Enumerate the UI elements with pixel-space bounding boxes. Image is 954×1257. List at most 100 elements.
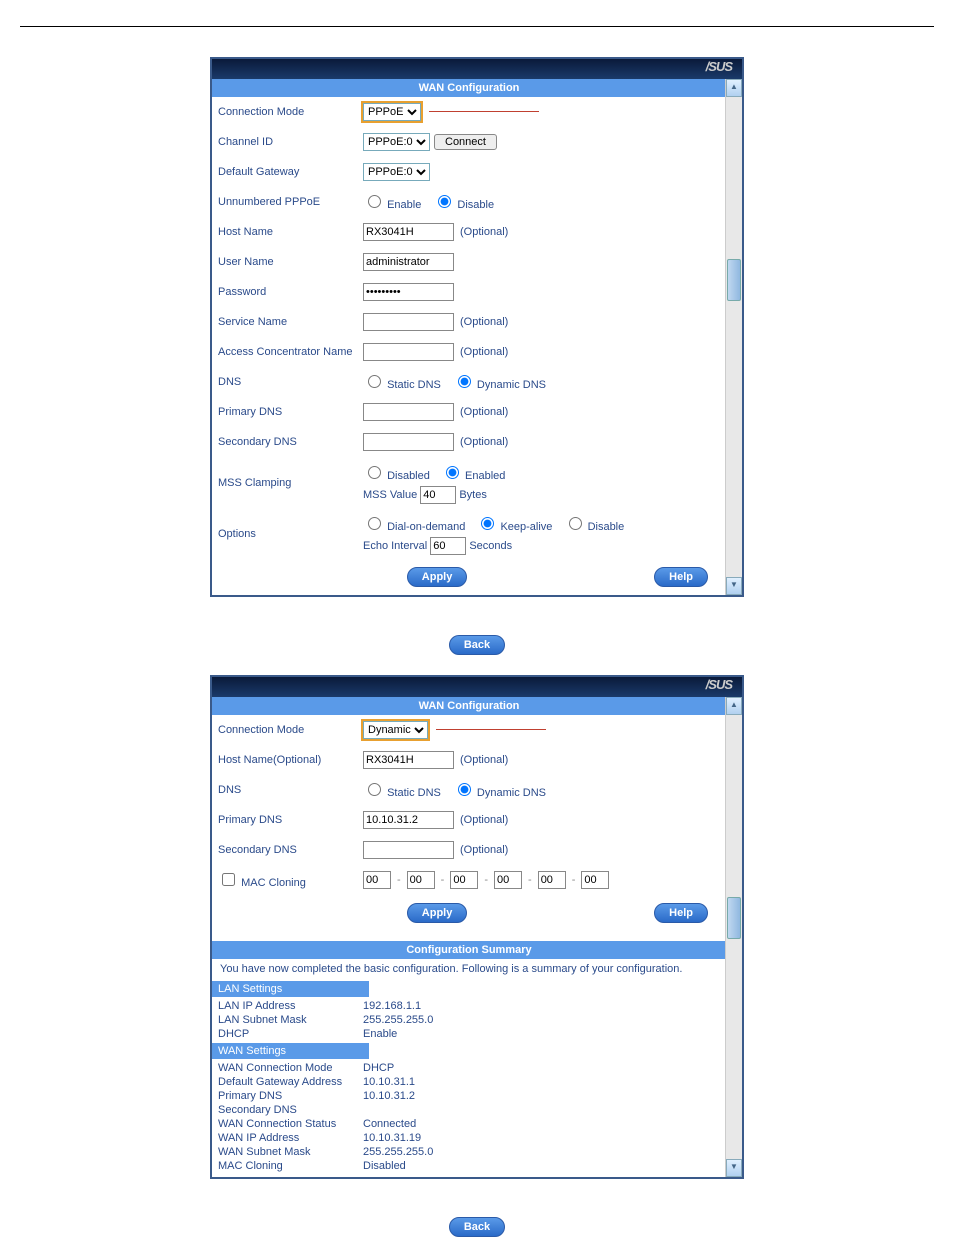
access-concentrator-input[interactable] xyxy=(363,343,454,361)
wan-config-dynamic-window: /SUS ▲ ▼ WAN Configuration Connection Mo… xyxy=(210,675,744,1179)
mac-input-1[interactable] xyxy=(363,871,391,889)
mac-input-4[interactable] xyxy=(494,871,522,889)
brand-logo: /SUS xyxy=(212,59,742,79)
password-input[interactable] xyxy=(363,283,454,301)
disable-option[interactable]: Disable xyxy=(564,521,625,533)
summary-value: 255.255.255.0 xyxy=(363,1014,433,1026)
echo-interval-input[interactable] xyxy=(430,537,466,555)
summary-value: 10.10.31.1 xyxy=(363,1076,415,1088)
summary-row: LAN Subnet Mask255.255.255.0 xyxy=(212,1013,726,1027)
keep-alive-option[interactable]: Keep-alive xyxy=(476,521,552,533)
host-name-input[interactable] xyxy=(363,223,454,241)
default-gateway-label: Default Gateway xyxy=(218,166,363,178)
mss-value-input[interactable] xyxy=(420,486,456,504)
static-dns-option[interactable]: Static DNS xyxy=(363,372,441,391)
lan-settings-header: LAN Settings xyxy=(212,981,369,997)
summary-key: LAN IP Address xyxy=(218,1000,363,1012)
mac-cloning-checkbox[interactable] xyxy=(222,873,235,886)
row-service-name: Service Name (Optional) xyxy=(212,307,726,337)
scroll-thumb[interactable] xyxy=(727,259,741,301)
summary-row: WAN Connection ModeDHCP xyxy=(212,1061,726,1075)
help-button[interactable]: Help xyxy=(654,903,708,923)
options-label: Options xyxy=(218,528,363,540)
summary-row: Secondary DNS xyxy=(212,1103,726,1117)
row-connection-mode: Connection Mode Dynamic xyxy=(212,715,726,745)
connection-mode-label: Connection Mode xyxy=(218,724,363,736)
mac-input-5[interactable] xyxy=(538,871,566,889)
row-secondary-dns: Secondary DNS (Optional) xyxy=(212,835,726,865)
mac-input-3[interactable] xyxy=(450,871,478,889)
summary-value: 192.168.1.1 xyxy=(363,1000,421,1012)
channel-id-select[interactable]: PPPoE:0 xyxy=(363,133,430,151)
secondary-dns-input[interactable] xyxy=(363,433,454,451)
brand-logo: /SUS xyxy=(212,677,742,697)
secondary-dns-input[interactable] xyxy=(363,841,454,859)
mss-disabled-option[interactable]: Disabled xyxy=(363,470,430,482)
row-password: Password xyxy=(212,277,726,307)
dns-label: DNS xyxy=(218,784,363,796)
unnum-disable-option[interactable]: Disable xyxy=(433,192,494,211)
primary-dns-input[interactable] xyxy=(363,811,454,829)
mss-value-label: MSS Value xyxy=(363,489,417,501)
wan-settings-header: WAN Settings xyxy=(212,1043,369,1059)
summary-key: Primary DNS xyxy=(218,1090,363,1102)
highlight-arrow xyxy=(429,111,539,112)
mac-input-6[interactable] xyxy=(581,871,609,889)
wan-config-header: WAN Configuration xyxy=(212,79,726,97)
summary-value: 10.10.31.2 xyxy=(363,1090,415,1102)
dial-on-demand-option[interactable]: Dial-on-demand xyxy=(363,521,465,533)
apply-button[interactable]: Apply xyxy=(407,567,468,587)
row-options: Options Dial-on-demand Keep-alive Disabl… xyxy=(212,508,726,559)
summary-intro: You have now completed the basic configu… xyxy=(212,959,726,979)
optional-text: (Optional) xyxy=(460,436,508,448)
summary-key: LAN Subnet Mask xyxy=(218,1014,363,1026)
scrollbar[interactable]: ▲ ▼ xyxy=(725,697,742,1177)
row-secondary-dns: Secondary DNS (Optional) xyxy=(212,427,726,457)
host-name-label: Host Name xyxy=(218,226,363,238)
row-channel-id: Channel ID PPPoE:0 Connect xyxy=(212,127,726,157)
back-button[interactable]: Back xyxy=(449,635,505,655)
dynamic-dns-option[interactable]: Dynamic DNS xyxy=(453,780,546,799)
button-row: Apply Help xyxy=(212,895,726,931)
connect-button[interactable]: Connect xyxy=(434,134,497,150)
primary-dns-label: Primary DNS xyxy=(218,814,363,826)
row-primary-dns: Primary DNS (Optional) xyxy=(212,397,726,427)
mss-enabled-option[interactable]: Enabled xyxy=(441,470,505,482)
primary-dns-input[interactable] xyxy=(363,403,454,421)
default-gateway-select[interactable]: PPPoE:0 xyxy=(363,163,430,181)
help-button[interactable]: Help xyxy=(654,567,708,587)
host-name-input[interactable] xyxy=(363,751,454,769)
optional-text: (Optional) xyxy=(460,844,508,856)
summary-value: Connected xyxy=(363,1118,416,1130)
seconds-text: Seconds xyxy=(469,540,512,552)
summary-key: MAC Cloning xyxy=(218,1160,363,1172)
summary-row: Primary DNS10.10.31.2 xyxy=(212,1089,726,1103)
scroll-up-icon[interactable]: ▲ xyxy=(726,697,742,715)
summary-key: WAN Connection Status xyxy=(218,1118,363,1130)
scroll-thumb[interactable] xyxy=(727,897,741,939)
summary-key: DHCP xyxy=(218,1028,363,1040)
row-access-concentrator: Access Concentrator Name (Optional) xyxy=(212,337,726,367)
apply-button[interactable]: Apply xyxy=(407,903,468,923)
unnum-enable-option[interactable]: Enable xyxy=(363,192,421,211)
static-dns-option[interactable]: Static DNS xyxy=(363,780,441,799)
user-name-label: User Name xyxy=(218,256,363,268)
summary-row: Default Gateway Address10.10.31.1 xyxy=(212,1075,726,1089)
scroll-up-icon[interactable]: ▲ xyxy=(726,79,742,97)
service-name-input[interactable] xyxy=(363,313,454,331)
optional-text: (Optional) xyxy=(460,754,508,766)
scroll-down-icon[interactable]: ▼ xyxy=(726,577,742,595)
mac-input-2[interactable] xyxy=(407,871,435,889)
connection-mode-select[interactable]: PPPoE xyxy=(363,103,421,121)
back-button[interactable]: Back xyxy=(449,1217,505,1237)
scrollbar[interactable]: ▲ ▼ xyxy=(725,79,742,595)
summary-row: WAN Subnet Mask255.255.255.0 xyxy=(212,1145,726,1159)
optional-text: (Optional) xyxy=(460,316,508,328)
row-dns: DNS Static DNS Dynamic DNS xyxy=(212,775,726,805)
dynamic-dns-option[interactable]: Dynamic DNS xyxy=(453,372,546,391)
connection-mode-select[interactable]: Dynamic xyxy=(363,721,428,739)
scroll-down-icon[interactable]: ▼ xyxy=(726,1159,742,1177)
summary-key: Secondary DNS xyxy=(218,1104,363,1116)
user-name-input[interactable] xyxy=(363,253,454,271)
dns-label: DNS xyxy=(218,376,363,388)
